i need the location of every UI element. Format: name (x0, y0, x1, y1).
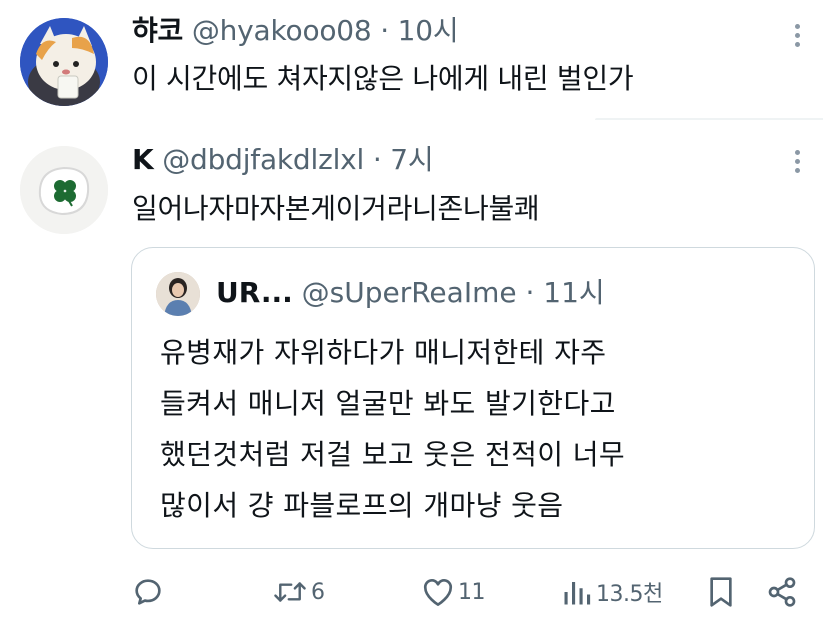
tweet-1[interactable]: 햐코 @hyakooo08 · 10시 이 시간에도 쳐자지않은 나에게 내린 … (0, 0, 823, 120)
quote-timestamp[interactable]: 11시 (543, 276, 604, 309)
quote-text-line: 들켜서 매니저 얼굴만 봐도 발기한다고 (160, 387, 616, 420)
reply-button[interactable] (132, 574, 164, 610)
heart-icon (423, 579, 453, 607)
tweet-text: 이 시간에도 쳐자지않은 나에게 내린 벌인가 (132, 62, 634, 95)
views-icon (564, 582, 591, 605)
display-name[interactable]: 햐코 (132, 14, 183, 47)
quote-text-line: 유병재가 자위하다가 매니저한테 자주 (160, 336, 607, 369)
views-button[interactable]: 13.5천 (562, 574, 663, 610)
quote-text-line: 했던것처럼 저걸 보고 웃은 전적이 너무 (160, 438, 626, 471)
retweet-icon (274, 582, 306, 602)
bookmark-button[interactable] (706, 574, 736, 610)
quote-avatar[interactable] (156, 272, 200, 316)
tweet-action-bar: 6 11 13.5천 (0, 570, 823, 614)
clover-avatar-image (20, 146, 108, 234)
like-count: 11 (458, 579, 486, 605)
bookmark-icon (710, 577, 732, 607)
quote-separator-dot: · (525, 276, 535, 309)
share-button[interactable] (766, 574, 798, 610)
retweet-button[interactable]: 6 (273, 574, 325, 610)
quoted-tweet-card[interactable]: UR... @sUperReaIme · 11시 유병재가 자위하다가 매니저한… (131, 247, 815, 549)
user-handle[interactable]: @hyakooo08 (192, 14, 372, 47)
quote-text-line: 많이서 걍 파블로프의 개마냥 웃음 (160, 489, 564, 522)
views-count: 13.5천 (596, 582, 663, 607)
tweet-text: 일어나자마자본게이거라니존나불쾌 (132, 192, 540, 225)
display-name[interactable]: K (132, 143, 154, 176)
tweet-header: K @dbdjfakdlzlxl · 7시 (132, 143, 434, 177)
separator-dot: · (372, 143, 382, 176)
quote-header: UR... @sUperReaIme · 11시 (216, 276, 605, 310)
plush-cat-avatar-image (20, 18, 108, 106)
avatar[interactable] (20, 146, 108, 234)
avatar[interactable] (20, 18, 108, 106)
like-button[interactable]: 11 (422, 574, 486, 610)
timestamp[interactable]: 10시 (398, 14, 459, 47)
quote-user-handle[interactable]: @sUperReaIme (302, 276, 517, 309)
more-options-icon[interactable] (793, 24, 801, 52)
separator-dot: · (380, 14, 389, 47)
person-avatar-image (156, 272, 200, 316)
retweet-count: 6 (311, 579, 325, 605)
share-icon (768, 577, 796, 607)
quote-display-name[interactable]: UR... (216, 276, 293, 309)
user-handle[interactable]: @dbdjfakdlzlxl (162, 143, 364, 176)
reply-icon (135, 579, 161, 605)
more-options-icon[interactable] (793, 150, 801, 178)
tweet-header: 햐코 @hyakooo08 · 10시 (132, 14, 459, 48)
timestamp[interactable]: 7시 (390, 143, 433, 176)
